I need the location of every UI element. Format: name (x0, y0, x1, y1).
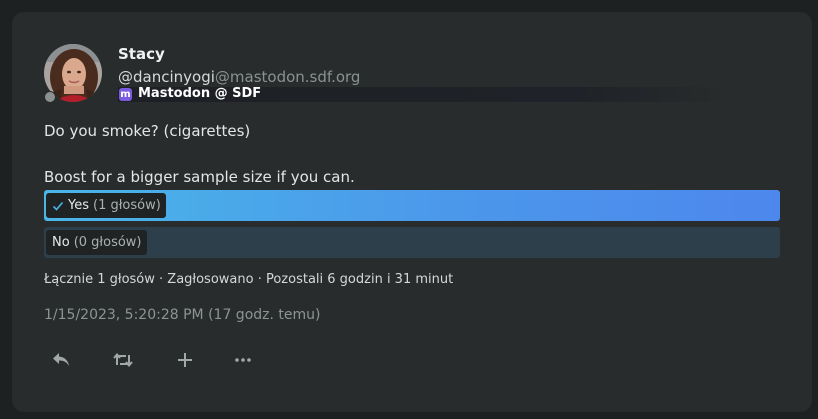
instance-name[interactable]: Mastodon @ SDF (138, 86, 261, 101)
poll-option-votes: (0 głosów) (73, 235, 142, 250)
poll-option-no[interactable]: No (0 głosów) (44, 227, 780, 258)
poll-option-label: No (0 głosów) (46, 230, 147, 255)
handle-domain: @mastodon.sdf.org (214, 68, 361, 86)
poll-footer: Łącznie 1 głosów · Zagłosowano · Pozosta… (44, 272, 454, 287)
handle-user: @dancinyogi (118, 68, 215, 86)
add-icon (178, 353, 192, 367)
poll-option-votes: (1 głosów) (93, 198, 161, 213)
boost-icon (113, 352, 133, 368)
account-handle[interactable]: @dancinyogi@mastodon.sdf.org (118, 68, 360, 86)
post-card: Stacy @dancinyogi@mastodon.sdf.org m Mas… (12, 12, 812, 412)
check-icon (52, 201, 64, 211)
post-text-line: Do you smoke? (cigarettes) (44, 122, 251, 140)
reply-icon (53, 353, 69, 366)
poll-option-label: Yes (1 głosów) (46, 193, 166, 218)
poll-option-text: No (52, 235, 70, 250)
add-button[interactable] (172, 347, 198, 373)
poll-option-yes[interactable]: Yes (1 głosów) (44, 190, 780, 221)
reply-button[interactable] (48, 347, 74, 373)
display-name[interactable]: Stacy (118, 45, 165, 63)
post-text-line: Boost for a bigger sample size if you ca… (44, 168, 355, 186)
more-icon (235, 358, 251, 362)
post-timestamp[interactable]: 1/15/2023, 5:20:28 PM (17 godz. temu) (44, 307, 320, 323)
poll-option-text: Yes (68, 198, 89, 213)
mastodon-icon: m (119, 88, 132, 101)
status-indicator (44, 91, 56, 103)
post-content: Do you smoke? (cigarettes) Boost for a b… (44, 120, 355, 189)
more-button[interactable] (230, 347, 256, 373)
boost-button[interactable] (110, 347, 136, 373)
